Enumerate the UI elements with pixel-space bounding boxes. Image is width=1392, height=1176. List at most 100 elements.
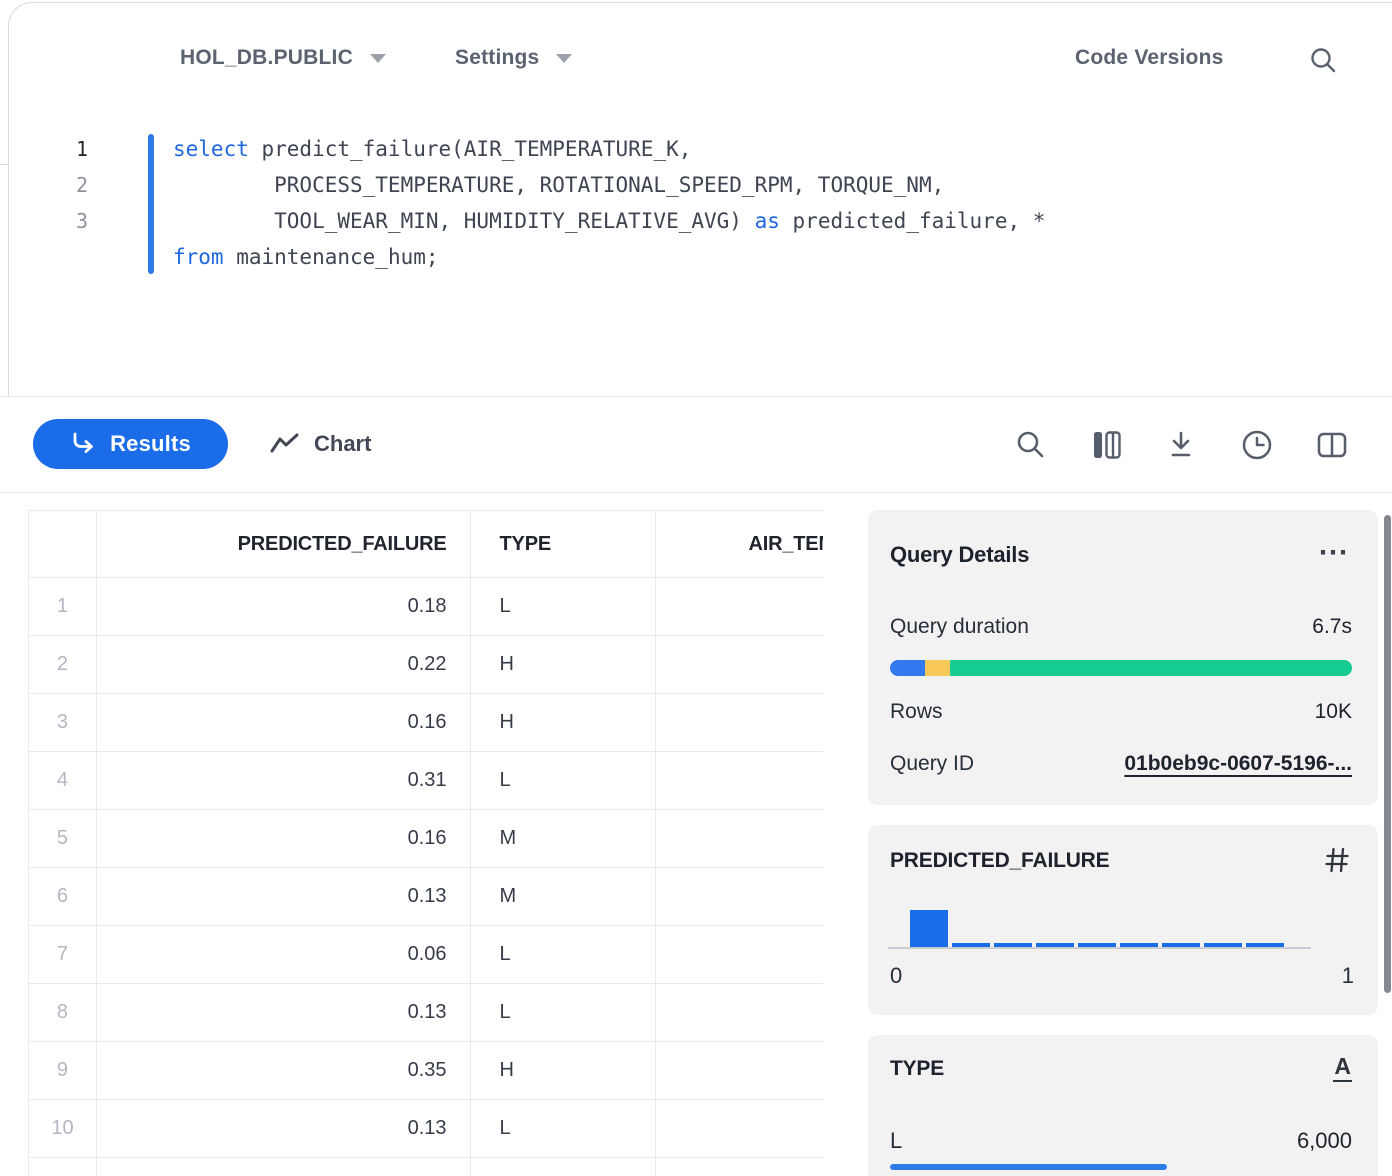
predicted-failure-cell[interactable]: 0.13 (97, 984, 471, 1042)
chart-tab-label: Chart (314, 431, 371, 457)
type-cell[interactable]: L (471, 926, 657, 984)
line-number (28, 239, 88, 275)
line-chart-icon (270, 431, 300, 457)
type-stats-card: TYPE A L6,000M2,997 (868, 1035, 1378, 1176)
predicted-failure-cell[interactable]: 0.18 (97, 578, 471, 636)
air-temperature-cell[interactable] (656, 1042, 823, 1100)
sql-keyword: as (755, 209, 780, 233)
sql-editor[interactable]: select predict_failure(AIR_TEMPERATURE_K… (173, 131, 1045, 275)
line-number: 2 (28, 167, 88, 203)
rows-count-row: Rows 10K (890, 700, 1352, 724)
editor-header: HOL_DB.PUBLIC Settings Code Versions (0, 36, 1392, 92)
settings-dropdown[interactable]: Settings (455, 36, 572, 80)
code-line[interactable]: PROCESS_TEMPERATURE, ROTATIONAL_SPEED_RP… (173, 167, 1045, 203)
sql-text: TOOL_WEAR_MIN, HUMIDITY_RELATIVE_AVG) (173, 209, 755, 233)
active-statement-indicator (148, 134, 154, 274)
type-cell[interactable]: L (471, 578, 657, 636)
code-line[interactable]: select predict_failure(AIR_TEMPERATURE_K… (173, 131, 1045, 167)
type-cell[interactable]: M (471, 810, 657, 868)
alphabetical-sort-icon[interactable]: A (1333, 1053, 1352, 1080)
type-cell[interactable]: M (471, 868, 657, 926)
air-temperature-cell[interactable] (656, 868, 823, 926)
air-temperature-cell[interactable] (656, 752, 823, 810)
predicted-failure-cell[interactable]: 0.31 (97, 752, 471, 810)
results-tab-label: Results (110, 431, 191, 457)
editor-results-divider (0, 396, 1392, 397)
air-temperature-cell[interactable] (656, 810, 823, 868)
type-cell[interactable]: L (471, 984, 657, 1042)
air-temperature-cell[interactable] (656, 1100, 823, 1158)
table-row: 20.22H (29, 636, 823, 694)
axis-max-label: 1 (1342, 963, 1354, 989)
row-number-cell[interactable]: 10 (29, 1100, 97, 1158)
type-value-list: L6,000M2,997 (890, 1127, 1352, 1176)
type-cell[interactable]: H (471, 694, 657, 752)
code-versions-button[interactable]: Code Versions (1075, 46, 1223, 70)
row-number-header[interactable] (29, 511, 97, 578)
sql-text: maintenance_hum; (224, 245, 439, 269)
row-number-cell[interactable]: 9 (29, 1042, 97, 1100)
download-icon[interactable] (1163, 427, 1199, 463)
row-number-cell[interactable]: 8 (29, 984, 97, 1042)
query-duration-bar[interactable] (890, 660, 1352, 676)
sql-text: predicted_failure, * (780, 209, 1046, 233)
row-number-cell[interactable]: 2 (29, 636, 97, 694)
column-header-air-temperature[interactable]: AIR_TEMPERATURE_K (656, 511, 823, 578)
code-line[interactable]: TOOL_WEAR_MIN, HUMIDITY_RELATIVE_AVG) as… (173, 203, 1045, 239)
column-header-predicted-failure[interactable]: PREDICTED_FAILURE (97, 511, 471, 578)
air-temperature-cell[interactable] (656, 578, 823, 636)
row-number-cell[interactable]: 7 (29, 926, 97, 984)
air-temperature-cell[interactable] (656, 1158, 823, 1176)
alpha-glyph: A (1333, 1053, 1352, 1082)
type-cell[interactable]: L (471, 1100, 657, 1158)
air-temperature-cell[interactable] (656, 694, 823, 752)
vertical-scrollbar-thumb[interactable] (1384, 515, 1391, 993)
tab-chart[interactable]: Chart (270, 419, 371, 469)
air-temperature-cell[interactable] (656, 926, 823, 984)
row-number-cell[interactable]: 5 (29, 810, 97, 868)
predicted-failure-cell[interactable]: 0.35 (97, 1042, 471, 1100)
split-panel-icon[interactable] (1314, 427, 1350, 463)
type-cell[interactable] (471, 1158, 657, 1176)
predicted-failure-cell[interactable]: 0.13 (97, 868, 471, 926)
row-number-cell[interactable] (29, 1158, 97, 1176)
histogram-filter-icon[interactable] (1322, 845, 1352, 875)
column-header-type[interactable]: TYPE (471, 511, 657, 578)
type-value-bar (890, 1164, 1167, 1170)
columns-view-icon[interactable] (1089, 427, 1125, 463)
row-number-cell[interactable]: 6 (29, 868, 97, 926)
predicted-failure-cell[interactable] (97, 1158, 471, 1176)
search-results-icon[interactable] (1013, 427, 1049, 463)
table-row: 40.31L (29, 752, 823, 810)
predicted-failure-cell[interactable]: 0.22 (97, 636, 471, 694)
predicted-failure-cell[interactable]: 0.06 (97, 926, 471, 984)
search-icon[interactable] (1306, 44, 1340, 78)
tab-results[interactable]: Results (33, 419, 228, 469)
sql-keyword: from (173, 245, 224, 269)
histogram-axis (888, 947, 1311, 949)
predicted-failure-cell[interactable]: 0.16 (97, 810, 471, 868)
predicted-failure-cell[interactable]: 0.13 (97, 1100, 471, 1158)
sql-text: PROCESS_TEMPERATURE, ROTATIONAL_SPEED_RP… (173, 173, 944, 197)
query-id-link[interactable]: 01b0eb9c-0607-5196-... (1124, 752, 1352, 776)
query-history-icon[interactable] (1239, 427, 1275, 463)
predicted-failure-cell[interactable]: 0.16 (97, 694, 471, 752)
row-number-cell[interactable]: 3 (29, 694, 97, 752)
type-stat-row[interactable]: L6,000 (890, 1127, 1352, 1170)
histogram-bar[interactable] (910, 910, 948, 948)
type-stat-row-top: L6,000 (890, 1127, 1352, 1155)
air-temperature-cell[interactable] (656, 636, 823, 694)
type-cell[interactable]: H (471, 636, 657, 694)
type-cell[interactable]: H (471, 1042, 657, 1100)
code-line[interactable]: from maintenance_hum; (173, 239, 1045, 275)
more-options-icon[interactable]: ⋯ (1318, 538, 1350, 568)
rows-label: Rows (890, 700, 943, 724)
type-cell[interactable]: L (471, 752, 657, 810)
row-number-cell[interactable]: 4 (29, 752, 97, 810)
air-temperature-cell[interactable] (656, 984, 823, 1042)
query-id-row: Query ID 01b0eb9c-0607-5196-... (890, 752, 1352, 776)
query-details-card: Query Details ⋯ Query duration 6.7s Rows… (868, 510, 1378, 805)
row-number-cell[interactable]: 1 (29, 578, 97, 636)
database-schema-selector[interactable]: HOL_DB.PUBLIC (180, 36, 386, 80)
results-table: PREDICTED_FAILURE TYPE AIR_TEMPERATURE_K… (28, 510, 823, 1176)
